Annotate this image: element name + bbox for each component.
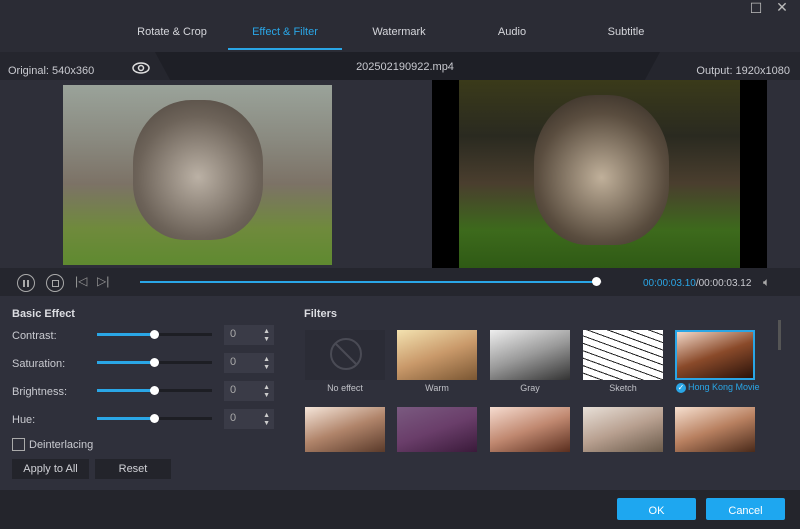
total-time: /00:00:03.12 xyxy=(695,278,752,289)
basic-effect-title: Basic Effect xyxy=(12,308,75,320)
decrement-icon[interactable]: ▼ xyxy=(263,420,270,428)
output-resolution: Output: 1920x1080 xyxy=(696,65,790,77)
slider-handle[interactable] xyxy=(150,386,159,395)
maximize-icon[interactable]: ☐ xyxy=(748,0,764,16)
filter-sketch[interactable] xyxy=(583,330,663,380)
filter-thumbnail[interactable] xyxy=(305,407,385,452)
slider-fill xyxy=(97,389,154,392)
active-tab-indicator xyxy=(228,48,342,50)
output-preview-image xyxy=(459,80,740,268)
slider-track[interactable] xyxy=(97,414,212,423)
tab-rotate-crop[interactable]: Rotate & Crop xyxy=(115,26,229,38)
eye-icon[interactable] xyxy=(131,61,151,75)
cancel-button[interactable]: Cancel xyxy=(706,498,785,520)
deinterlacing-checkbox[interactable] xyxy=(12,438,25,451)
filter-thumbnail[interactable] xyxy=(490,407,570,452)
value-stepper[interactable]: 0 ▲ ▼ xyxy=(224,325,274,345)
stepper-value: 0 xyxy=(230,384,237,396)
increment-icon[interactable]: ▲ xyxy=(263,328,270,336)
slider-label: Brightness: xyxy=(12,386,68,398)
stop-button[interactable] xyxy=(46,274,64,292)
tab-subtitle[interactable]: Subtitle xyxy=(569,26,683,38)
pause-button[interactable] xyxy=(17,274,35,292)
filter-label: No effect xyxy=(327,383,363,393)
increment-icon[interactable]: ▲ xyxy=(263,384,270,392)
filter-label: Gray xyxy=(520,383,540,393)
check-icon: ✓ xyxy=(676,383,686,393)
slider-label: Hue: xyxy=(12,414,36,426)
filter-gray[interactable] xyxy=(490,330,570,380)
filter-hong-kong-movie[interactable] xyxy=(675,330,755,380)
original-preview-image xyxy=(63,85,332,265)
stepper-value: 0 xyxy=(230,356,237,368)
reset-button[interactable]: Reset xyxy=(95,459,171,479)
original-resolution: Original: 540x360 xyxy=(8,65,95,77)
filter-no-effect[interactable] xyxy=(305,330,385,380)
deinterlacing-label: Deinterlacing xyxy=(29,439,94,451)
slider-label: Contrast: xyxy=(12,330,57,342)
progress-track[interactable] xyxy=(140,277,602,286)
slider-track[interactable] xyxy=(97,358,212,367)
value-stepper[interactable]: 0 ▲ ▼ xyxy=(224,353,274,373)
slider-handle[interactable] xyxy=(150,330,159,339)
current-time: 00:00:03.10 xyxy=(643,278,696,289)
stepper-value: 0 xyxy=(230,412,237,424)
value-stepper[interactable]: 0 ▲ ▼ xyxy=(224,381,274,401)
slider-fill xyxy=(97,361,154,364)
apply-to-all-button[interactable]: Apply to All xyxy=(12,459,89,479)
tab-audio[interactable]: Audio xyxy=(455,26,569,38)
filter-warm[interactable] xyxy=(397,330,477,380)
time-display: 00:00:03.10/00:00:03.12 xyxy=(643,278,751,289)
filter-thumbnail[interactable] xyxy=(397,407,477,452)
filter-label: Sketch xyxy=(609,383,637,393)
slider-fill xyxy=(97,417,154,420)
progress-fill xyxy=(140,281,598,283)
filters-title: Filters xyxy=(304,308,338,320)
decrement-icon[interactable]: ▼ xyxy=(263,364,270,372)
filter-label-selected: ✓ Hong Kong Movie xyxy=(676,382,760,393)
slider-track[interactable] xyxy=(97,386,212,395)
decrement-icon[interactable]: ▼ xyxy=(263,392,270,400)
slider-label: Saturation: xyxy=(12,358,66,370)
slider-fill xyxy=(97,333,154,336)
value-stepper[interactable]: 0 ▲ ▼ xyxy=(224,409,274,429)
decrement-icon[interactable]: ▼ xyxy=(263,336,270,344)
slider-handle[interactable] xyxy=(150,358,159,367)
output-preview xyxy=(432,80,767,268)
filter-label: Warm xyxy=(425,383,449,393)
volume-icon[interactable]: 🔈︎ xyxy=(763,275,770,290)
close-icon[interactable]: ✕ xyxy=(774,0,790,15)
slider-track[interactable] xyxy=(97,330,212,339)
filter-thumbnail[interactable] xyxy=(675,407,755,452)
ok-button[interactable]: OK xyxy=(617,498,696,520)
previous-frame-icon[interactable]: |◁ xyxy=(75,274,87,288)
top-bar xyxy=(0,0,800,50)
filters-scrollbar[interactable] xyxy=(778,320,781,350)
tab-watermark[interactable]: Watermark xyxy=(342,26,456,38)
tab-effect-filter[interactable]: Effect & Filter xyxy=(228,26,342,38)
next-frame-icon[interactable]: ▷| xyxy=(97,274,109,288)
slider-handle[interactable] xyxy=(150,414,159,423)
increment-icon[interactable]: ▲ xyxy=(263,356,270,364)
file-name: 202502190922.mp4 xyxy=(356,61,454,73)
increment-icon[interactable]: ▲ xyxy=(263,412,270,420)
stepper-value: 0 xyxy=(230,328,237,340)
no-effect-icon xyxy=(330,338,362,370)
filter-thumbnail[interactable] xyxy=(583,407,663,452)
